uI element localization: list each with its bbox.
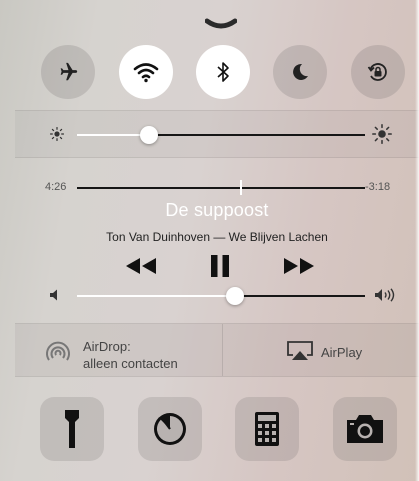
control-center: 4:26 -3:18 De suppoost Ton Van Duinhoven…	[15, 0, 419, 481]
scrubber-track[interactable]	[77, 187, 365, 189]
speaker-high-icon	[375, 288, 395, 302]
divider	[15, 157, 419, 158]
airdrop-icon	[46, 341, 70, 361]
airplane-mode-toggle[interactable]	[41, 45, 95, 99]
brightness-fill	[77, 134, 149, 136]
rewind-button[interactable]	[121, 253, 161, 279]
timer-button[interactable]	[138, 397, 202, 461]
fast-forward-button[interactable]	[279, 253, 319, 279]
bluetooth-toggle[interactable]	[196, 45, 250, 99]
rotation-lock-icon	[367, 63, 387, 81]
sun-large-icon	[372, 124, 392, 144]
song-title: De suppoost	[165, 200, 269, 220]
sun-small-icon	[50, 127, 64, 141]
airdrop-status: alleen contacten	[83, 356, 178, 371]
elapsed-time: 4:26	[45, 181, 67, 193]
divider	[15, 376, 419, 377]
pause-button[interactable]	[203, 252, 237, 280]
airdrop-title: AirDrop:	[83, 339, 131, 354]
volume-fill	[77, 295, 236, 297]
moon-icon	[293, 63, 308, 80]
brightness-slider-thumb[interactable]	[140, 126, 158, 144]
remaining-time: -3:18	[365, 181, 391, 193]
song-artist-album: Ton Van Duinhoven — We Blijven Lachen	[106, 230, 328, 244]
rotation-lock-toggle[interactable]	[351, 45, 405, 99]
pause-icon	[211, 255, 229, 277]
scrubber-playhead[interactable]	[240, 180, 243, 195]
airplane-icon	[60, 62, 78, 81]
grabber-chevron-icon[interactable]	[205, 18, 237, 32]
flashlight-icon	[65, 410, 79, 448]
flashlight-button[interactable]	[40, 397, 104, 461]
rewind-icon	[126, 258, 156, 274]
camera-icon	[347, 415, 383, 443]
timer-icon	[154, 413, 186, 445]
fast-forward-icon	[284, 258, 314, 274]
calculator-icon	[255, 412, 279, 446]
volume-slider-thumb[interactable]	[226, 287, 245, 305]
airplay-icon	[287, 341, 313, 360]
calculator-button[interactable]	[235, 397, 299, 461]
airdrop-label: AirDrop: alleen contacten	[83, 338, 178, 372]
speaker-low-icon	[50, 289, 57, 301]
airplay-label: AirPlay	[321, 345, 363, 360]
camera-button[interactable]	[333, 397, 397, 461]
do-not-disturb-toggle[interactable]	[273, 45, 327, 99]
bluetooth-icon	[217, 62, 229, 82]
wifi-toggle[interactable]	[119, 45, 173, 99]
wifi-icon	[133, 63, 159, 83]
